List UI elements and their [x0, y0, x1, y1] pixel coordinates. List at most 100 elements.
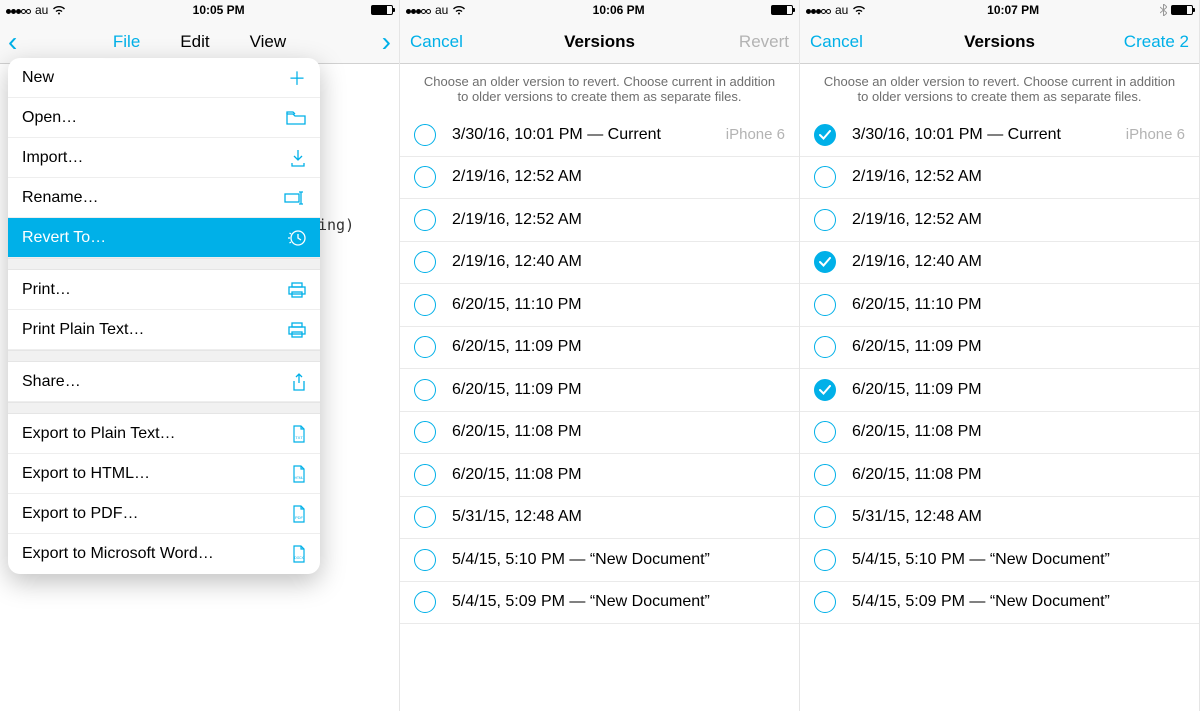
menu-item-revert-to[interactable]: Revert To…	[8, 218, 320, 258]
version-label: 2/19/16, 12:52 AM	[452, 211, 785, 229]
device-label: iPhone 6	[1126, 126, 1185, 143]
history-icon	[288, 229, 306, 247]
menu-item-print[interactable]: Print…	[8, 270, 320, 310]
battery-icon	[771, 5, 793, 15]
instruction-text: Choose an older version to revert. Choos…	[800, 64, 1199, 114]
forward-chevron-icon[interactable]: ›	[382, 28, 391, 56]
version-label: 6/20/15, 11:09 PM	[452, 338, 785, 356]
version-row[interactable]: 6/20/15, 11:09 PM	[800, 327, 1199, 370]
version-row[interactable]: 6/20/15, 11:10 PM	[800, 284, 1199, 327]
battery-icon	[1171, 5, 1193, 15]
radio-empty-icon	[414, 251, 436, 273]
menu-tabs: File Edit View	[113, 32, 286, 52]
radio-checked-icon	[814, 124, 836, 146]
version-row[interactable]: 6/20/15, 11:08 PM	[800, 412, 1199, 455]
cancel-button[interactable]: Cancel	[810, 32, 890, 52]
version-label: 6/20/15, 11:09 PM	[852, 338, 1185, 356]
wifi-icon	[52, 5, 66, 15]
menu-label: Export to PDF…	[22, 505, 138, 523]
menu-separator	[8, 350, 320, 362]
radio-empty-icon	[814, 506, 836, 528]
version-row[interactable]: 5/4/15, 5:09 PM — “New Document”	[800, 582, 1199, 625]
back-chevron-icon[interactable]: ‹	[8, 28, 17, 56]
menu-separator	[8, 402, 320, 414]
signal-dots	[806, 3, 831, 17]
tab-view[interactable]: View	[250, 32, 287, 52]
version-row[interactable]: 3/30/16, 10:01 PM — CurrentiPhone 6	[400, 114, 799, 157]
menu-item-rename[interactable]: Rename…	[8, 178, 320, 218]
radio-empty-icon	[414, 506, 436, 528]
svg-text:PDF: PDF	[295, 515, 304, 520]
versions-list: 3/30/16, 10:01 PM — CurrentiPhone 62/19/…	[400, 114, 799, 624]
menu-item-open[interactable]: Open…	[8, 98, 320, 138]
screenshot-file-menu: au 10:05 PM ‹ File Edit View › ing) New …	[0, 0, 400, 711]
radio-empty-icon	[414, 336, 436, 358]
version-row[interactable]: 6/20/15, 11:09 PM	[400, 369, 799, 412]
menu-label: Share…	[22, 373, 81, 391]
menu-label: Revert To…	[22, 229, 106, 247]
version-row[interactable]: 2/19/16, 12:40 AM	[400, 242, 799, 285]
tab-file[interactable]: File	[113, 32, 140, 52]
instruction-text: Choose an older version to revert. Choos…	[400, 64, 799, 114]
radio-empty-icon	[414, 294, 436, 316]
version-row[interactable]: 6/20/15, 11:08 PM	[400, 412, 799, 455]
version-row[interactable]: 6/20/15, 11:08 PM	[800, 454, 1199, 497]
version-row[interactable]: 5/4/15, 5:09 PM — “New Document”	[400, 582, 799, 625]
printer-icon	[288, 322, 306, 338]
cancel-button[interactable]: Cancel	[410, 32, 490, 52]
version-label: 2/19/16, 12:52 AM	[852, 168, 1185, 186]
menu-item-export-pdf[interactable]: Export to PDF… PDF	[8, 494, 320, 534]
radio-empty-icon	[414, 379, 436, 401]
version-label: 3/30/16, 10:01 PM — Current	[452, 126, 726, 144]
radio-empty-icon	[414, 421, 436, 443]
version-row[interactable]: 6/20/15, 11:09 PM	[400, 327, 799, 370]
menu-item-print-plain[interactable]: Print Plain Text…	[8, 310, 320, 350]
menu-item-export-word[interactable]: Export to Microsoft Word… DOCX	[8, 534, 320, 574]
menu-item-new[interactable]: New ＋	[8, 58, 320, 98]
radio-checked-icon	[814, 379, 836, 401]
share-icon	[292, 373, 306, 391]
tab-edit[interactable]: Edit	[180, 32, 209, 52]
clock: 10:07 PM	[987, 3, 1039, 17]
version-row[interactable]: 3/30/16, 10:01 PM — CurrentiPhone 6	[800, 114, 1199, 157]
version-row[interactable]: 2/19/16, 12:52 AM	[400, 199, 799, 242]
nav-title: Versions	[564, 32, 635, 52]
radio-empty-icon	[814, 464, 836, 486]
nav-title: Versions	[964, 32, 1035, 52]
menu-label: Rename…	[22, 189, 98, 207]
version-row[interactable]: 2/19/16, 12:40 AM	[800, 242, 1199, 285]
version-row[interactable]: 6/20/15, 11:08 PM	[400, 454, 799, 497]
menu-label: Export to Microsoft Word…	[22, 545, 214, 563]
version-row[interactable]: 6/20/15, 11:10 PM	[400, 284, 799, 327]
version-label: 6/20/15, 11:10 PM	[852, 296, 1185, 314]
radio-empty-icon	[814, 549, 836, 571]
wifi-icon	[452, 5, 466, 15]
document-pdf-icon: PDF	[292, 505, 306, 523]
menu-label: New	[22, 69, 54, 87]
svg-text:TXT: TXT	[295, 435, 303, 440]
printer-icon	[288, 282, 306, 298]
radio-empty-icon	[414, 591, 436, 613]
version-row[interactable]: 5/31/15, 12:48 AM	[400, 497, 799, 540]
version-row[interactable]: 5/31/15, 12:48 AM	[800, 497, 1199, 540]
radio-empty-icon	[414, 124, 436, 146]
menu-item-export-html[interactable]: Export to HTML… HTML	[8, 454, 320, 494]
version-row[interactable]: 2/19/16, 12:52 AM	[400, 157, 799, 200]
version-label: 3/30/16, 10:01 PM — Current	[852, 126, 1126, 144]
version-row[interactable]: 2/19/16, 12:52 AM	[800, 199, 1199, 242]
version-row[interactable]: 5/4/15, 5:10 PM — “New Document”	[400, 539, 799, 582]
version-row[interactable]: 2/19/16, 12:52 AM	[800, 157, 1199, 200]
editor-background-text: ing)	[318, 216, 354, 234]
menu-item-import[interactable]: Import…	[8, 138, 320, 178]
version-row[interactable]: 6/20/15, 11:09 PM	[800, 369, 1199, 412]
radio-empty-icon	[814, 591, 836, 613]
menu-item-export-txt[interactable]: Export to Plain Text… TXT	[8, 414, 320, 454]
create-button[interactable]: Create 2	[1109, 32, 1189, 52]
menu-item-share[interactable]: Share…	[8, 362, 320, 402]
file-menu-popover: New ＋ Open… Import… Rename… Revert To… P…	[8, 58, 320, 574]
menu-separator	[8, 258, 320, 270]
radio-empty-icon	[414, 209, 436, 231]
version-label: 5/4/15, 5:10 PM — “New Document”	[852, 551, 1185, 569]
radio-empty-icon	[814, 421, 836, 443]
version-row[interactable]: 5/4/15, 5:10 PM — “New Document”	[800, 539, 1199, 582]
